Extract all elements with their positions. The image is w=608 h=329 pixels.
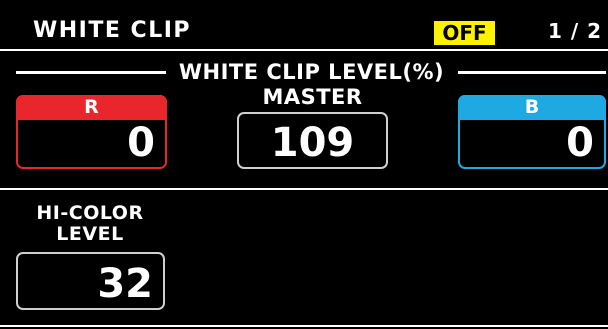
b-level-box[interactable]: B 0	[458, 95, 606, 169]
section-divider	[0, 188, 608, 190]
section-line-left	[16, 71, 166, 74]
hi-color-level-label: HI-COLOR LEVEL	[20, 203, 160, 245]
master-level-box[interactable]: 109	[237, 112, 388, 169]
master-label: MASTER	[262, 85, 363, 109]
page-title: WHITE CLIP	[33, 18, 192, 43]
r-label: R	[16, 95, 167, 120]
white-clip-status-badge[interactable]: OFF	[434, 21, 495, 45]
master-value: 109	[270, 120, 355, 166]
hi-color-value: 32	[97, 261, 153, 307]
r-value: 0	[127, 120, 155, 166]
hi-color-level-box[interactable]: 32	[16, 252, 165, 310]
r-level-box[interactable]: R 0	[16, 95, 167, 169]
bottom-divider	[0, 325, 608, 327]
header-divider	[0, 49, 608, 51]
b-label: B	[458, 95, 606, 120]
page-indicator: 1 / 2	[548, 19, 603, 43]
white-clip-screen: WHITE CLIP OFF 1 / 2 WHITE CLIP LEVEL(%)…	[0, 0, 608, 329]
hi-color-label-line2: LEVEL	[56, 223, 124, 245]
b-value: 0	[566, 120, 594, 166]
hi-color-label-line1: HI-COLOR	[36, 202, 144, 224]
section-line-right	[458, 71, 606, 74]
